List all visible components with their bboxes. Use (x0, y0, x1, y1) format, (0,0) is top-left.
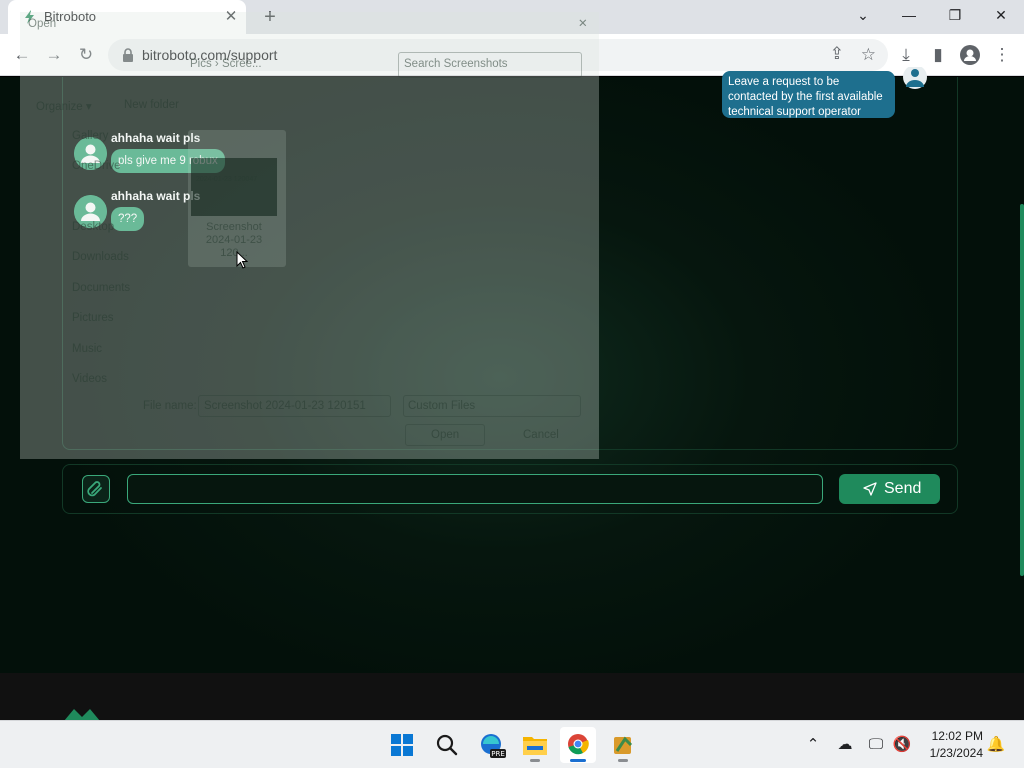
download-icon[interactable]: ⤓ (892, 41, 920, 69)
restore-icon[interactable]: ❐ (932, 0, 978, 30)
file-explorer-icon[interactable] (517, 727, 553, 763)
operator-message-line: Leave a request to be (728, 76, 840, 88)
screen: Bitroboto ✕ + ⌄ — ❐ ✕ ← → ↻ bitroboto.co… (0, 0, 1024, 768)
window-close-icon[interactable]: ✕ (978, 0, 1024, 30)
app-running-indicator (618, 759, 628, 762)
dialog-cancel-button[interactable]: Cancel (523, 429, 559, 441)
taskbar: PRE ⌃ ☁ 🖵 🔇 12:02 PM 1/23/2024 🔔 (0, 720, 1024, 768)
clock-time[interactable]: 12:02 PM (925, 729, 983, 743)
organize-menu[interactable]: Organize ▾ (36, 99, 92, 113)
nav-item[interactable]: Desktop (72, 221, 114, 233)
operator-avatar-icon (903, 67, 927, 89)
nav-item[interactable]: Videos (72, 373, 107, 385)
clock-date[interactable]: 1/23/2024 (920, 746, 983, 760)
menu-icon[interactable]: ⋮ (988, 41, 1016, 69)
send-label: Send (884, 480, 922, 497)
nav-item[interactable]: Downloads (72, 251, 129, 263)
site-footer (0, 673, 1024, 721)
new-folder-button[interactable]: New folder (124, 99, 179, 111)
dialog-close-icon[interactable]: ✕ (578, 16, 588, 30)
search-icon[interactable] (429, 727, 465, 763)
app-icon[interactable] (605, 727, 641, 763)
message-composer: Send (62, 464, 958, 514)
windows-start-icon[interactable] (384, 727, 420, 763)
nav-item[interactable]: Documents (72, 282, 130, 294)
nav-item[interactable]: Pictures (72, 312, 114, 324)
minimize-icon[interactable]: — (886, 0, 932, 30)
file-name-label: File name: (143, 400, 197, 412)
nav-item[interactable]: OneDrive (72, 160, 121, 172)
chevron-up-icon[interactable]: ⌃ (803, 735, 823, 755)
share-icon[interactable]: ⇪ (830, 44, 844, 64)
profile-icon[interactable] (956, 41, 984, 69)
app-active-indicator (570, 759, 586, 762)
send-icon (863, 482, 877, 496)
chevron-down-icon[interactable]: ⌄ (840, 0, 886, 30)
file-name: Screenshot 2024-01-23 120... (205, 221, 263, 259)
star-icon[interactable]: ☆ (861, 45, 876, 65)
chrome-icon[interactable] (560, 727, 596, 763)
dialog-open-label: Open (431, 429, 460, 441)
dialog-path: Pics › Scree... (190, 58, 262, 70)
network-icon[interactable]: 🖵 (866, 735, 886, 755)
paperclip-icon (87, 481, 102, 497)
edge-pre-icon[interactable]: PRE (474, 727, 510, 763)
nav-item[interactable]: Gallery (72, 130, 108, 142)
app-running-indicator (530, 759, 540, 762)
file-type-value: Custom Files (408, 400, 476, 412)
operator-message-line: technical support operator (728, 106, 861, 118)
side-panel-icon[interactable]: ▮ (924, 41, 952, 69)
page-scrollbar[interactable] (1020, 204, 1024, 576)
attach-button[interactable] (82, 475, 110, 503)
svg-text:PRE: PRE (491, 750, 505, 758)
dialog-search: Search Screenshots (404, 58, 508, 70)
mouse-cursor-icon (236, 251, 248, 269)
send-button[interactable]: Send (839, 474, 940, 504)
file-open-dialog: Open ✕ Pics › Scree... Search Screenshot… (20, 12, 599, 459)
file-timestamp: 2024-01-23 120047 (196, 176, 258, 183)
dialog-title: Open (28, 18, 57, 30)
file-name-value: Screenshot 2024-01-23 120151 (204, 400, 366, 412)
operator-message: Leave a request to be contacted by the f… (722, 71, 895, 118)
volume-muted-icon[interactable]: 🔇 (892, 735, 912, 755)
message-input[interactable] (127, 474, 823, 504)
support-page: Leave a request to be contacted by the f… (0, 12, 1024, 721)
site-logo-icon (64, 709, 100, 721)
operator-message-line: contacted by the first available (728, 91, 883, 103)
file-thumbnail (191, 158, 277, 216)
notification-bell-icon[interactable]: 🔔 (986, 735, 1006, 755)
nav-item[interactable]: Music (72, 343, 102, 355)
onedrive-icon[interactable]: ☁ (835, 735, 855, 755)
